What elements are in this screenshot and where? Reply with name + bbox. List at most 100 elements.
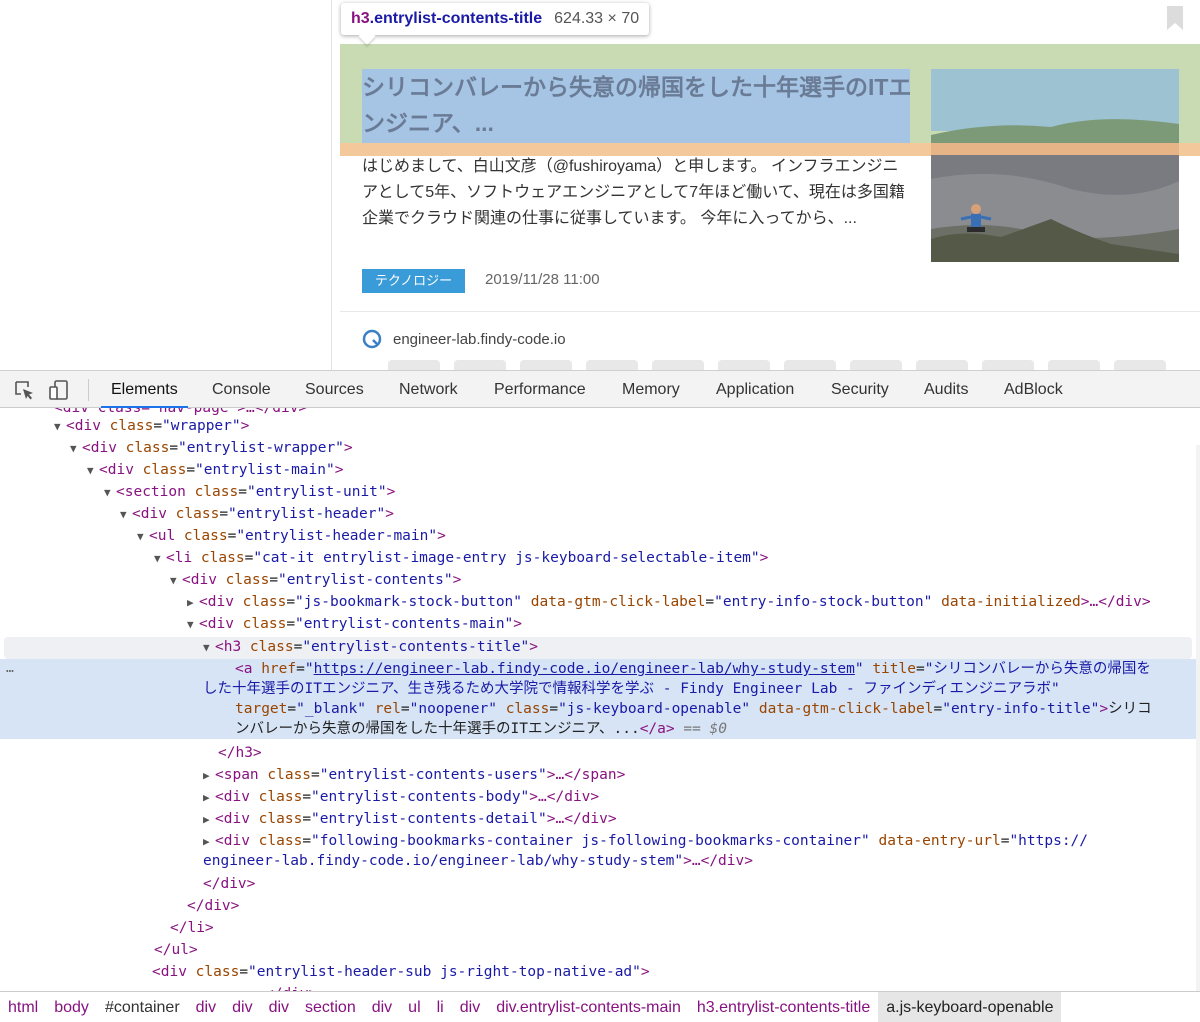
dom-node[interactable]: ▼ <div class="entrylist-header"> (120, 503, 394, 525)
breadcrumb-item[interactable]: div (188, 992, 224, 1022)
dom-node[interactable]: </div> (187, 895, 239, 917)
dom-node[interactable]: ▶ <div class="following-bookmarks-contain… (203, 830, 1088, 852)
dom-node[interactable]: ▼ <div class="entrylist-main"> (87, 459, 343, 481)
dom-node[interactable]: </h3> (218, 742, 262, 764)
site-favicon-icon (362, 329, 382, 349)
tab-network[interactable]: Network (389, 371, 468, 408)
expand-triangle-icon[interactable]: ▼ (54, 416, 66, 438)
attr-value: "entrylist-contents-title" (302, 639, 530, 655)
tab-performance[interactable]: Performance (484, 371, 596, 408)
device-toolbar-icon[interactable] (48, 379, 70, 401)
tab-adblock[interactable]: AdBlock (994, 371, 1073, 408)
attr-value: "entrylist-contents-detail" (311, 811, 547, 827)
collapse-triangle-icon[interactable]: ▶ (203, 809, 215, 831)
breadcrumb-item[interactable]: div.entrylist-contents-main (488, 992, 689, 1022)
dom-tree-scrollbar[interactable] (1196, 445, 1200, 991)
entry-divider (340, 311, 1200, 312)
entry-title-link[interactable]: シリコンバレーから失意の帰国をした十年選手のITエンジニア、... (362, 69, 914, 141)
expand-triangle-icon[interactable]: ▼ (70, 438, 82, 460)
breadcrumb-item[interactable]: section (297, 992, 364, 1022)
tab-elements[interactable]: Elements (101, 371, 188, 408)
expand-triangle-icon[interactable]: ▼ (137, 526, 149, 548)
dom-node-selected[interactable]: <a href="https://engineer-lab.findy-code… (235, 658, 1151, 680)
dom-node[interactable]: ▶ <div class="js-bookmark-stock-button" d… (187, 591, 1151, 613)
collapse-triangle-icon[interactable]: ▶ (187, 592, 199, 614)
attr-value: "entrylist-header" (228, 506, 386, 522)
tab-console[interactable]: Console (202, 371, 281, 408)
tab-sources[interactable]: Sources (295, 371, 374, 408)
breadcrumb-item-active[interactable]: a.js-keyboard-openable (878, 992, 1062, 1022)
attr-value: "entrylist-main" (195, 462, 335, 478)
attr-value: engineer-lab.findy-code.io/engineer-lab/… (203, 853, 684, 869)
attr-value: "entry-info-title" (942, 701, 1100, 717)
tab-audits[interactable]: Audits (914, 371, 978, 408)
expand-triangle-icon[interactable]: ▼ (203, 637, 215, 659)
dom-node[interactable]: ▼ <ul class="entrylist-header-main"> (137, 525, 446, 547)
attr-value: "js-keyboard-openable" (558, 701, 751, 717)
related-bookmark-placeholders (340, 360, 1200, 370)
dom-node[interactable]: <div class="entrylist-header-sub js-righ… (152, 961, 650, 983)
dom-node[interactable]: </li> (170, 917, 214, 939)
dom-tree[interactable]: … <div class="nav-page">…</div> ▼ <div cl… (0, 408, 1200, 991)
inspect-tooltip: h3.entrylist-contents-title 624.33 × 70 (341, 3, 650, 35)
entry-excerpt: はじめまして、白山文彦（@fushiroyama）と申します。 インフラエンジニ… (362, 158, 905, 227)
breadcrumb-item[interactable]: li (429, 992, 452, 1022)
breadcrumb-item[interactable]: div (452, 992, 488, 1022)
attr-value: した十年選手のITエンジニア、生き残るため大学院で情報科学を学ぶ - Findy… (203, 681, 1060, 697)
dom-node-wrap: した十年選手のITエンジニア、生き残るため大学院で情報科学を学ぶ - Findy… (203, 678, 1060, 700)
dom-node[interactable]: ▼ <div class="wrapper"> (54, 415, 249, 437)
page-left-gutter (0, 0, 331, 370)
breadcrumb-item[interactable]: html (0, 992, 46, 1022)
attr-value: "cat-it entrylist-image-entry js-keyboar… (253, 550, 760, 566)
breadcrumb-item[interactable]: h3.entrylist-contents-title (689, 992, 878, 1022)
dom-node[interactable]: ▼ <li class="cat-it entrylist-image-entry… (154, 547, 768, 569)
dom-node[interactable]: ▼ <div class="entrylist-wrapper"> (70, 437, 353, 459)
node-text: ンバレーから失意の帰国をした十年選手のITエンジニア、... (235, 721, 640, 737)
href-link[interactable]: https://engineer-lab.findy-code.io/engin… (314, 661, 855, 677)
attr-value: "entrylist-contents-main" (295, 616, 514, 632)
tab-security[interactable]: Security (821, 371, 899, 408)
dom-node[interactable]: ▼ <div class="entrylist-contents"> (170, 569, 461, 591)
selected-node-marker: == $0 (683, 721, 728, 737)
dom-node[interactable]: ▶ <div class="entrylist-contents-detail">… (203, 808, 617, 830)
collapse-triangle-icon[interactable]: ▶ (203, 765, 215, 787)
tab-application[interactable]: Application (706, 371, 804, 408)
breadcrumb-item[interactable]: div (224, 992, 260, 1022)
attr-value: "entry-info-stock-button" (714, 594, 933, 610)
attr-value: "entrylist-header-sub js-right-top-nativ… (248, 964, 641, 980)
site-link[interactable]: engineer-lab.findy-code.io (393, 331, 566, 348)
attr-name: data-entry-url (878, 833, 1001, 849)
breadcrumb-item[interactable]: body (46, 992, 97, 1022)
tooltip-size: 624.33 × 70 (554, 10, 640, 27)
dom-node[interactable]: </ul> (154, 939, 198, 961)
breadcrumb-item[interactable]: ul (400, 992, 428, 1022)
tooltip-selector: h3.entrylist-contents-title (351, 10, 542, 28)
entry-thumbnail[interactable] (931, 69, 1179, 262)
dom-node[interactable]: ▼ <div class="entrylist-contents-main"> (187, 613, 522, 635)
expand-triangle-icon[interactable]: ▼ (154, 548, 166, 570)
dom-node[interactable]: ▼ <h3 class="entrylist-contents-title"> (203, 636, 538, 658)
breadcrumb-item[interactable]: div (364, 992, 400, 1022)
inspect-element-icon[interactable] (13, 379, 35, 401)
dom-node[interactable]: </div> (265, 983, 317, 991)
dom-node[interactable]: ▼ <section class="entrylist-unit"> (104, 481, 395, 503)
dom-node[interactable]: </div> (203, 873, 255, 895)
expand-triangle-icon[interactable]: ▼ (104, 482, 116, 504)
expand-triangle-icon[interactable]: ▼ (87, 460, 99, 482)
dom-node[interactable]: ▶ <div class="entrylist-contents-body">…<… (203, 786, 599, 808)
dom-node[interactable]: ▶ <span class="entrylist-contents-users">… (203, 764, 625, 786)
breadcrumb-item[interactable]: div (261, 992, 297, 1022)
attr-value: "entrylist-unit" (246, 484, 387, 500)
breadcrumb-item[interactable]: #container (97, 992, 188, 1022)
expand-triangle-icon[interactable]: ▼ (187, 614, 199, 636)
devtools-toolbar: Elements Console Sources Network Perform… (0, 371, 1200, 408)
row-menu-dots[interactable]: … (6, 661, 14, 676)
expand-triangle-icon[interactable]: ▼ (120, 504, 132, 526)
collapse-triangle-icon[interactable]: ▶ (203, 787, 215, 809)
attr-value: "entrylist-contents-users" (319, 767, 547, 783)
attr-name: data-gtm-click-label (530, 594, 706, 610)
tab-memory[interactable]: Memory (612, 371, 690, 408)
expand-triangle-icon[interactable]: ▼ (170, 570, 182, 592)
category-badge[interactable]: テクノロジー (362, 269, 465, 293)
bookmark-icon[interactable] (1166, 6, 1184, 30)
